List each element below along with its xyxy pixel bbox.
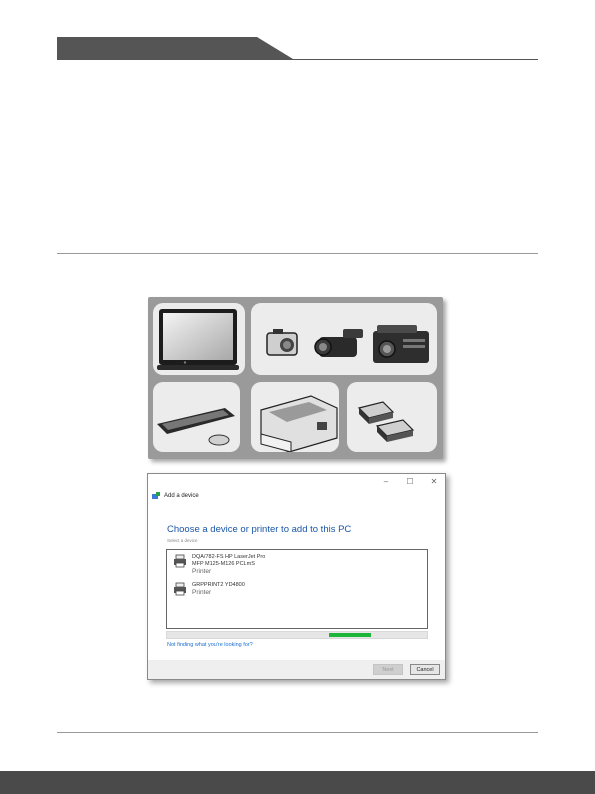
keyboard-icon bbox=[157, 408, 235, 434]
section-header-tab bbox=[57, 37, 293, 59]
dialog-title-bar: Add a device bbox=[152, 492, 199, 500]
dialog-subheading: Select a device bbox=[167, 538, 198, 543]
header-rule bbox=[57, 59, 538, 60]
printer-tile bbox=[251, 382, 339, 452]
camera-icon bbox=[266, 329, 298, 356]
drives-tile bbox=[347, 382, 437, 452]
camera-devices-tile bbox=[251, 303, 437, 375]
add-device-dialog: – ☐ ✕ Add a device Choose a device or pr… bbox=[147, 473, 446, 680]
monitor-tile bbox=[153, 303, 245, 375]
maximize-button[interactable]: ☐ bbox=[405, 477, 415, 486]
device-name: GRPPRINT2 YD4800 bbox=[192, 582, 245, 588]
projector-icon bbox=[373, 325, 429, 363]
printer-icon bbox=[260, 395, 338, 452]
device-name: DQA/782-FS HP LaserJet Pro bbox=[192, 554, 266, 560]
footer-bar bbox=[0, 771, 595, 794]
device-list-item[interactable]: DQA/782-FS HP LaserJet Pro MFP M125-M126… bbox=[173, 554, 265, 575]
devices-illustration bbox=[148, 297, 443, 459]
dialog-heading: Choose a device or printer to add to thi… bbox=[167, 524, 352, 535]
next-button[interactable]: Next bbox=[373, 664, 403, 675]
dialog-footer: Next Cancel bbox=[148, 660, 445, 679]
device-type: Printer bbox=[192, 589, 212, 596]
minimize-button[interactable]: – bbox=[381, 477, 391, 486]
section-divider bbox=[57, 253, 538, 254]
camcorder-icon bbox=[314, 329, 363, 357]
search-progress-bar bbox=[166, 631, 428, 639]
mouse-icon bbox=[208, 434, 230, 446]
cancel-button[interactable]: Cancel bbox=[410, 664, 440, 675]
monitor-icon bbox=[157, 309, 239, 370]
device-model: MFP M125-M126 PCLmS bbox=[192, 561, 255, 567]
device-type: Printer bbox=[192, 568, 212, 575]
add-device-icon bbox=[152, 492, 160, 499]
window-controls: – ☐ ✕ bbox=[381, 477, 439, 486]
keyboard-tile bbox=[153, 382, 240, 452]
search-progress-fill bbox=[329, 633, 371, 637]
dialog-title: Add a device bbox=[164, 493, 199, 499]
printer-icon bbox=[174, 554, 186, 568]
footer-rule bbox=[57, 732, 538, 733]
drive-icon bbox=[357, 401, 415, 442]
device-list-item[interactable]: GRPPRINT2 YD4800 Printer bbox=[173, 582, 245, 596]
device-list: DQA/782-FS HP LaserJet Pro MFP M125-M126… bbox=[166, 549, 428, 629]
not-finding-link[interactable]: Not finding what you're looking for? bbox=[167, 642, 253, 648]
close-button[interactable]: ✕ bbox=[429, 477, 439, 486]
printer-icon bbox=[174, 582, 186, 596]
